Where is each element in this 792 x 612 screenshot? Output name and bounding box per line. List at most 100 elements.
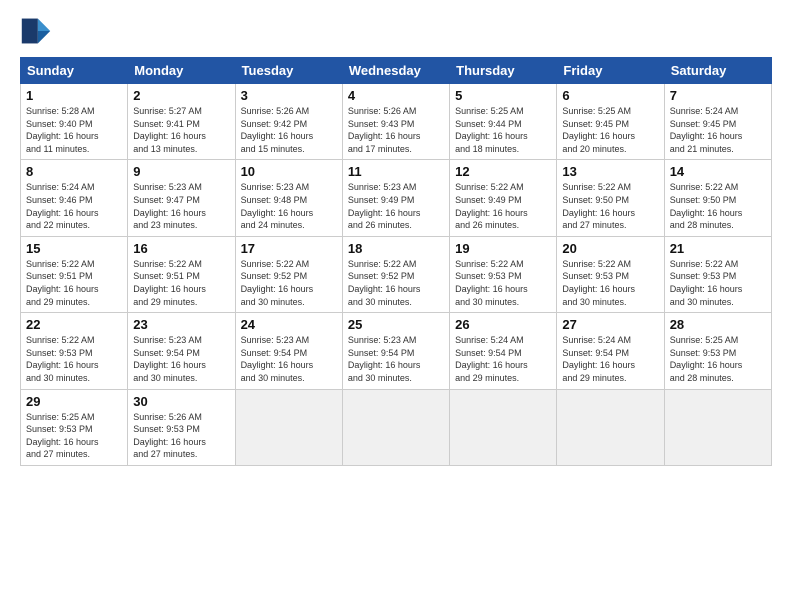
day-cell-9: 9 Sunrise: 5:23 AM Sunset: 9:47 PM Daylig… <box>128 160 235 236</box>
day-cell-3: 3Sunrise: 5:26 AM Sunset: 9:42 PM Daylig… <box>235 84 342 160</box>
calendar-table: SundayMondayTuesdayWednesdayThursdayFrid… <box>20 57 772 466</box>
day-info: Sunrise: 5:22 AM Sunset: 9:49 PM Dayligh… <box>455 181 551 231</box>
day-number: 5 <box>455 88 551 103</box>
day-number: 3 <box>241 88 337 103</box>
day-cell-20: 20 Sunrise: 5:22 AM Sunset: 9:53 PM Dayli… <box>557 236 664 312</box>
day-cell-30: 30Sunrise: 5:26 AM Sunset: 9:53 PM Dayli… <box>128 389 235 465</box>
day-header-tuesday: Tuesday <box>235 58 342 84</box>
day-info: Sunrise: 5:23 AM Sunset: 9:54 PM Dayligh… <box>348 334 444 384</box>
header <box>20 15 772 47</box>
day-number: 21 <box>670 241 766 256</box>
day-info: Sunrise: 5:22 AM Sunset: 9:51 PM Dayligh… <box>133 258 229 308</box>
day-cell-7: 7 Sunrise: 5:24 AM Sunset: 9:45 PM Daylig… <box>664 84 771 160</box>
empty-cell <box>450 389 557 465</box>
day-info: Sunrise: 5:24 AM Sunset: 9:46 PM Dayligh… <box>26 181 122 231</box>
page: SundayMondayTuesdayWednesdayThursdayFrid… <box>0 0 792 612</box>
day-info: Sunrise: 5:22 AM Sunset: 9:53 PM Dayligh… <box>26 334 122 384</box>
day-number: 6 <box>562 88 658 103</box>
day-cell-4: 4Sunrise: 5:26 AM Sunset: 9:43 PM Daylig… <box>342 84 449 160</box>
empty-cell <box>557 389 664 465</box>
day-cell-8: 8 Sunrise: 5:24 AM Sunset: 9:46 PM Daylig… <box>21 160 128 236</box>
day-number: 23 <box>133 317 229 332</box>
day-cell-27: 27 Sunrise: 5:24 AM Sunset: 9:54 PM Dayli… <box>557 313 664 389</box>
day-info: Sunrise: 5:25 AM Sunset: 9:53 PM Dayligh… <box>670 334 766 384</box>
day-cell-18: 18 Sunrise: 5:22 AM Sunset: 9:52 PM Dayli… <box>342 236 449 312</box>
day-number: 27 <box>562 317 658 332</box>
day-cell-14: 14 Sunrise: 5:22 AM Sunset: 9:50 PM Dayli… <box>664 160 771 236</box>
day-info: Sunrise: 5:23 AM Sunset: 9:49 PM Dayligh… <box>348 181 444 231</box>
day-number: 1 <box>26 88 122 103</box>
day-number: 20 <box>562 241 658 256</box>
day-number: 28 <box>670 317 766 332</box>
day-info: Sunrise: 5:22 AM Sunset: 9:53 PM Dayligh… <box>455 258 551 308</box>
day-cell-29: 29 Sunrise: 5:25 AM Sunset: 9:53 PM Dayli… <box>21 389 128 465</box>
day-number: 8 <box>26 164 122 179</box>
day-info: Sunrise: 5:22 AM Sunset: 9:53 PM Dayligh… <box>562 258 658 308</box>
day-number: 22 <box>26 317 122 332</box>
day-number: 26 <box>455 317 551 332</box>
day-number: 18 <box>348 241 444 256</box>
day-number: 30 <box>133 394 229 409</box>
day-info: Sunrise: 5:24 AM Sunset: 9:54 PM Dayligh… <box>455 334 551 384</box>
day-cell-11: 11 Sunrise: 5:23 AM Sunset: 9:49 PM Dayli… <box>342 160 449 236</box>
week-row-4: 22 Sunrise: 5:22 AM Sunset: 9:53 PM Dayli… <box>21 313 772 389</box>
day-header-wednesday: Wednesday <box>342 58 449 84</box>
day-cell-28: 28 Sunrise: 5:25 AM Sunset: 9:53 PM Dayli… <box>664 313 771 389</box>
day-number: 25 <box>348 317 444 332</box>
logo-icon <box>20 15 52 47</box>
day-info: Sunrise: 5:23 AM Sunset: 9:54 PM Dayligh… <box>133 334 229 384</box>
day-number: 29 <box>26 394 122 409</box>
day-info: Sunrise: 5:23 AM Sunset: 9:48 PM Dayligh… <box>241 181 337 231</box>
day-cell-25: 25 Sunrise: 5:23 AM Sunset: 9:54 PM Dayli… <box>342 313 449 389</box>
day-info: Sunrise: 5:22 AM Sunset: 9:50 PM Dayligh… <box>670 181 766 231</box>
day-number: 2 <box>133 88 229 103</box>
day-number: 11 <box>348 164 444 179</box>
day-header-friday: Friday <box>557 58 664 84</box>
day-number: 7 <box>670 88 766 103</box>
day-header-saturday: Saturday <box>664 58 771 84</box>
week-row-5: 29 Sunrise: 5:25 AM Sunset: 9:53 PM Dayli… <box>21 389 772 465</box>
day-number: 14 <box>670 164 766 179</box>
day-cell-19: 19 Sunrise: 5:22 AM Sunset: 9:53 PM Dayli… <box>450 236 557 312</box>
day-number: 12 <box>455 164 551 179</box>
day-number: 15 <box>26 241 122 256</box>
day-cell-17: 17Sunrise: 5:22 AM Sunset: 9:52 PM Dayli… <box>235 236 342 312</box>
day-info: Sunrise: 5:22 AM Sunset: 9:53 PM Dayligh… <box>670 258 766 308</box>
logo <box>20 15 56 47</box>
day-cell-21: 21 Sunrise: 5:22 AM Sunset: 9:53 PM Dayli… <box>664 236 771 312</box>
empty-cell <box>342 389 449 465</box>
day-header-thursday: Thursday <box>450 58 557 84</box>
day-cell-6: 6 Sunrise: 5:25 AM Sunset: 9:45 PM Daylig… <box>557 84 664 160</box>
week-row-1: 1 Sunrise: 5:28 AM Sunset: 9:40 PM Daylig… <box>21 84 772 160</box>
day-info: Sunrise: 5:24 AM Sunset: 9:54 PM Dayligh… <box>562 334 658 384</box>
day-cell-13: 13Sunrise: 5:22 AM Sunset: 9:50 PM Dayli… <box>557 160 664 236</box>
day-info: Sunrise: 5:24 AM Sunset: 9:45 PM Dayligh… <box>670 105 766 155</box>
day-info: Sunrise: 5:22 AM Sunset: 9:50 PM Dayligh… <box>562 181 658 231</box>
day-number: 9 <box>133 164 229 179</box>
header-row: SundayMondayTuesdayWednesdayThursdayFrid… <box>21 58 772 84</box>
day-number: 19 <box>455 241 551 256</box>
day-cell-22: 22 Sunrise: 5:22 AM Sunset: 9:53 PM Dayli… <box>21 313 128 389</box>
day-info: Sunrise: 5:22 AM Sunset: 9:52 PM Dayligh… <box>348 258 444 308</box>
week-row-3: 15 Sunrise: 5:22 AM Sunset: 9:51 PM Dayli… <box>21 236 772 312</box>
day-info: Sunrise: 5:25 AM Sunset: 9:53 PM Dayligh… <box>26 411 122 461</box>
day-info: Sunrise: 5:25 AM Sunset: 9:44 PM Dayligh… <box>455 105 551 155</box>
day-info: Sunrise: 5:23 AM Sunset: 9:47 PM Dayligh… <box>133 181 229 231</box>
day-info: Sunrise: 5:23 AM Sunset: 9:54 PM Dayligh… <box>241 334 337 384</box>
day-info: Sunrise: 5:28 AM Sunset: 9:40 PM Dayligh… <box>26 105 122 155</box>
day-info: Sunrise: 5:27 AM Sunset: 9:41 PM Dayligh… <box>133 105 229 155</box>
day-number: 10 <box>241 164 337 179</box>
day-info: Sunrise: 5:26 AM Sunset: 9:43 PM Dayligh… <box>348 105 444 155</box>
day-cell-12: 12 Sunrise: 5:22 AM Sunset: 9:49 PM Dayli… <box>450 160 557 236</box>
day-cell-5: 5 Sunrise: 5:25 AM Sunset: 9:44 PM Daylig… <box>450 84 557 160</box>
day-number: 16 <box>133 241 229 256</box>
day-number: 24 <box>241 317 337 332</box>
day-cell-24: 24 Sunrise: 5:23 AM Sunset: 9:54 PM Dayli… <box>235 313 342 389</box>
empty-cell <box>664 389 771 465</box>
empty-cell <box>235 389 342 465</box>
day-number: 17 <box>241 241 337 256</box>
day-header-monday: Monday <box>128 58 235 84</box>
day-cell-2: 2 Sunrise: 5:27 AM Sunset: 9:41 PM Daylig… <box>128 84 235 160</box>
day-info: Sunrise: 5:22 AM Sunset: 9:51 PM Dayligh… <box>26 258 122 308</box>
day-info: Sunrise: 5:25 AM Sunset: 9:45 PM Dayligh… <box>562 105 658 155</box>
